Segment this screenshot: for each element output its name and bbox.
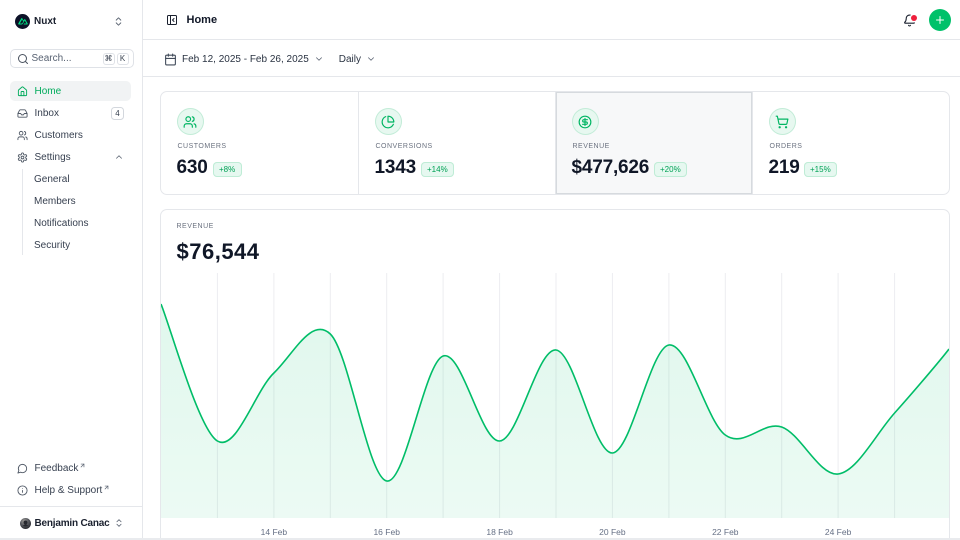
svg-text:18 Feb: 18 Feb [486,527,513,537]
svg-text:22 Feb: 22 Feb [712,527,739,537]
svg-text:16 Feb: 16 Feb [373,527,400,537]
svg-text:20 Feb: 20 Feb [599,527,626,537]
svg-text:24 Feb: 24 Feb [824,527,851,537]
svg-text:14 Feb: 14 Feb [260,527,287,537]
